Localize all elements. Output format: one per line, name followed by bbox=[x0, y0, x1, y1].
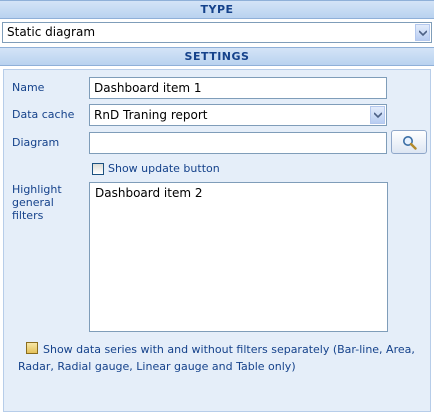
data-cache-value: RnD Traning report bbox=[94, 108, 208, 122]
type-select[interactable]: Static diagram bbox=[2, 22, 432, 43]
data-cache-label: Data cache bbox=[12, 108, 75, 121]
diagram-search-button[interactable] bbox=[391, 130, 427, 154]
magnifier-icon bbox=[403, 136, 417, 150]
highlight-filters-label: Highlight general filters bbox=[12, 183, 62, 222]
settings-section-header: SETTINGS bbox=[0, 47, 434, 66]
highlight-label-line: filters bbox=[12, 209, 44, 222]
type-select-value: Static diagram bbox=[7, 25, 96, 39]
chevron-down-icon[interactable] bbox=[370, 106, 385, 124]
list-item[interactable]: Dashboard item 2 bbox=[95, 186, 382, 200]
type-section-header: TYPE bbox=[0, 0, 434, 19]
name-label: Name bbox=[12, 81, 45, 94]
diagram-input[interactable] bbox=[89, 132, 387, 154]
series-label: Show data series with and without filter… bbox=[18, 343, 415, 373]
highlight-label-line: general bbox=[12, 196, 54, 209]
highlight-label-line: Highlight bbox=[12, 183, 62, 196]
show-update-checkbox[interactable] bbox=[92, 163, 104, 175]
show-update-label: Show update button bbox=[108, 162, 220, 175]
diagram-label: Diagram bbox=[12, 136, 60, 149]
name-input[interactable]: Dashboard item 1 bbox=[89, 77, 387, 99]
chevron-down-icon[interactable] bbox=[415, 24, 430, 41]
data-cache-select[interactable]: RnD Traning report bbox=[89, 104, 387, 126]
highlight-filters-list[interactable]: Dashboard item 2 bbox=[89, 182, 388, 332]
